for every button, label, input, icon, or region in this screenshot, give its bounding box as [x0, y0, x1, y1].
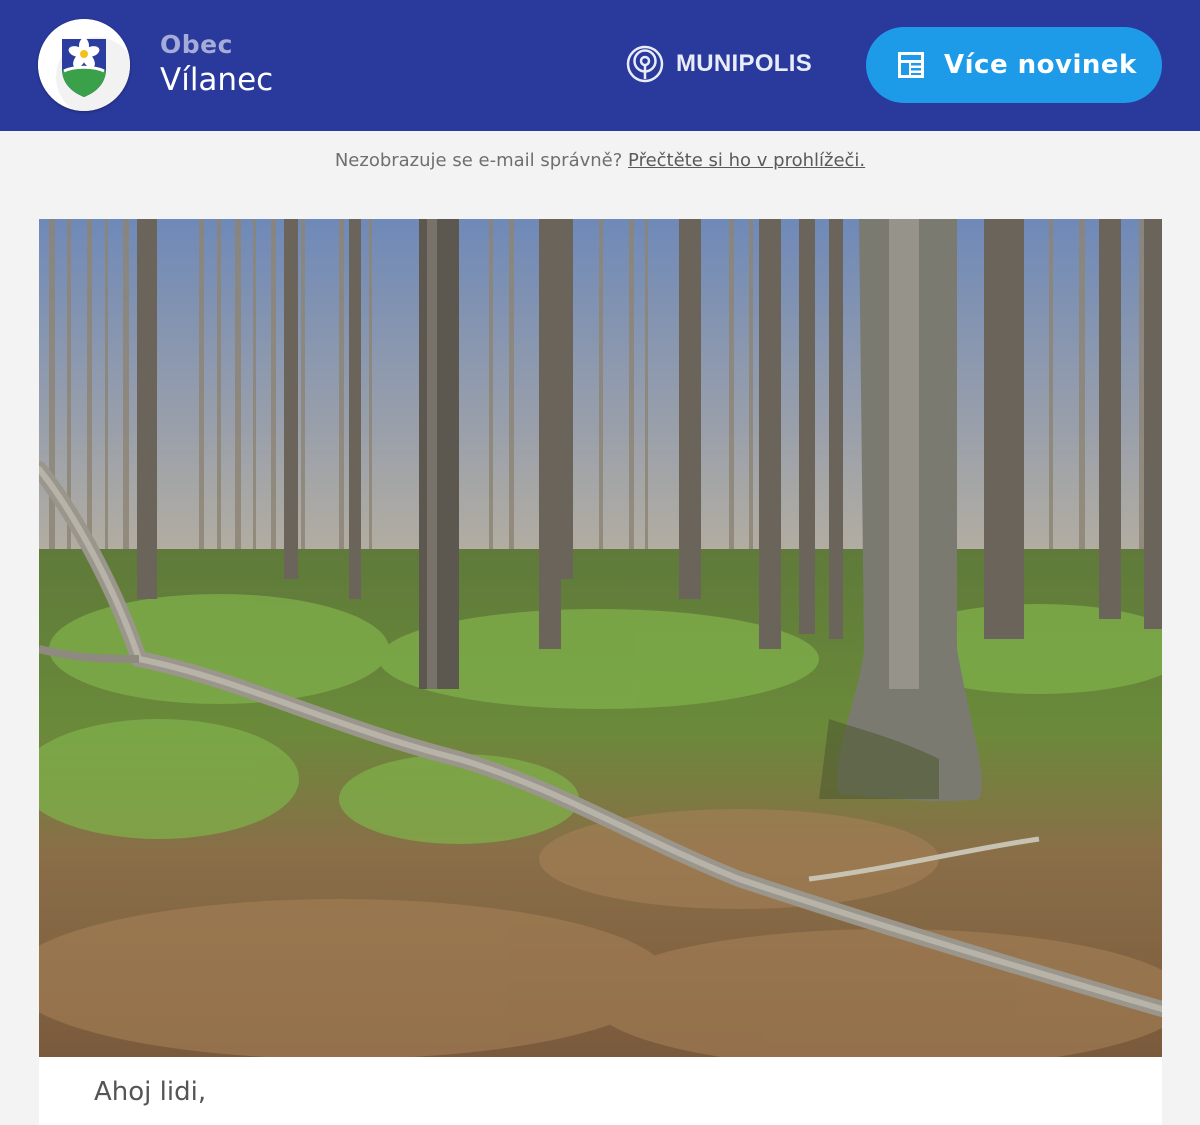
hero-image: [39, 219, 1162, 1057]
town-name: Vílanec: [160, 62, 274, 98]
content-card: Ahoj lidi,: [39, 1057, 1162, 1125]
preheader-text: Nezobrazuje se e-mail správně?: [334, 150, 623, 171]
newspaper-icon: [898, 52, 924, 78]
more-news-button[interactable]: Více novinek: [866, 27, 1162, 103]
coat-of-arms-flower-icon: [38, 19, 130, 111]
broadcast-icon: [626, 45, 664, 83]
more-news-label: Více novinek: [944, 50, 1137, 80]
preheader: Nezobrazuje se e-mail správně? Přečtěte …: [0, 150, 1200, 171]
greeting: Ahoj lidi,: [94, 1077, 207, 1107]
brand-name: MUNIPOLIS: [676, 50, 813, 77]
town-kind: Obec: [160, 30, 233, 59]
view-in-browser-link[interactable]: Přečtěte si ho v prohlížeči.: [628, 150, 865, 171]
munipolis-brand[interactable]: MUNIPOLIS: [626, 44, 812, 84]
email-header: Obec Vílanec MUNIPOLIS Více novinek: [0, 0, 1200, 131]
forest-photo: [39, 219, 1162, 1057]
town-logo[interactable]: [38, 19, 130, 111]
